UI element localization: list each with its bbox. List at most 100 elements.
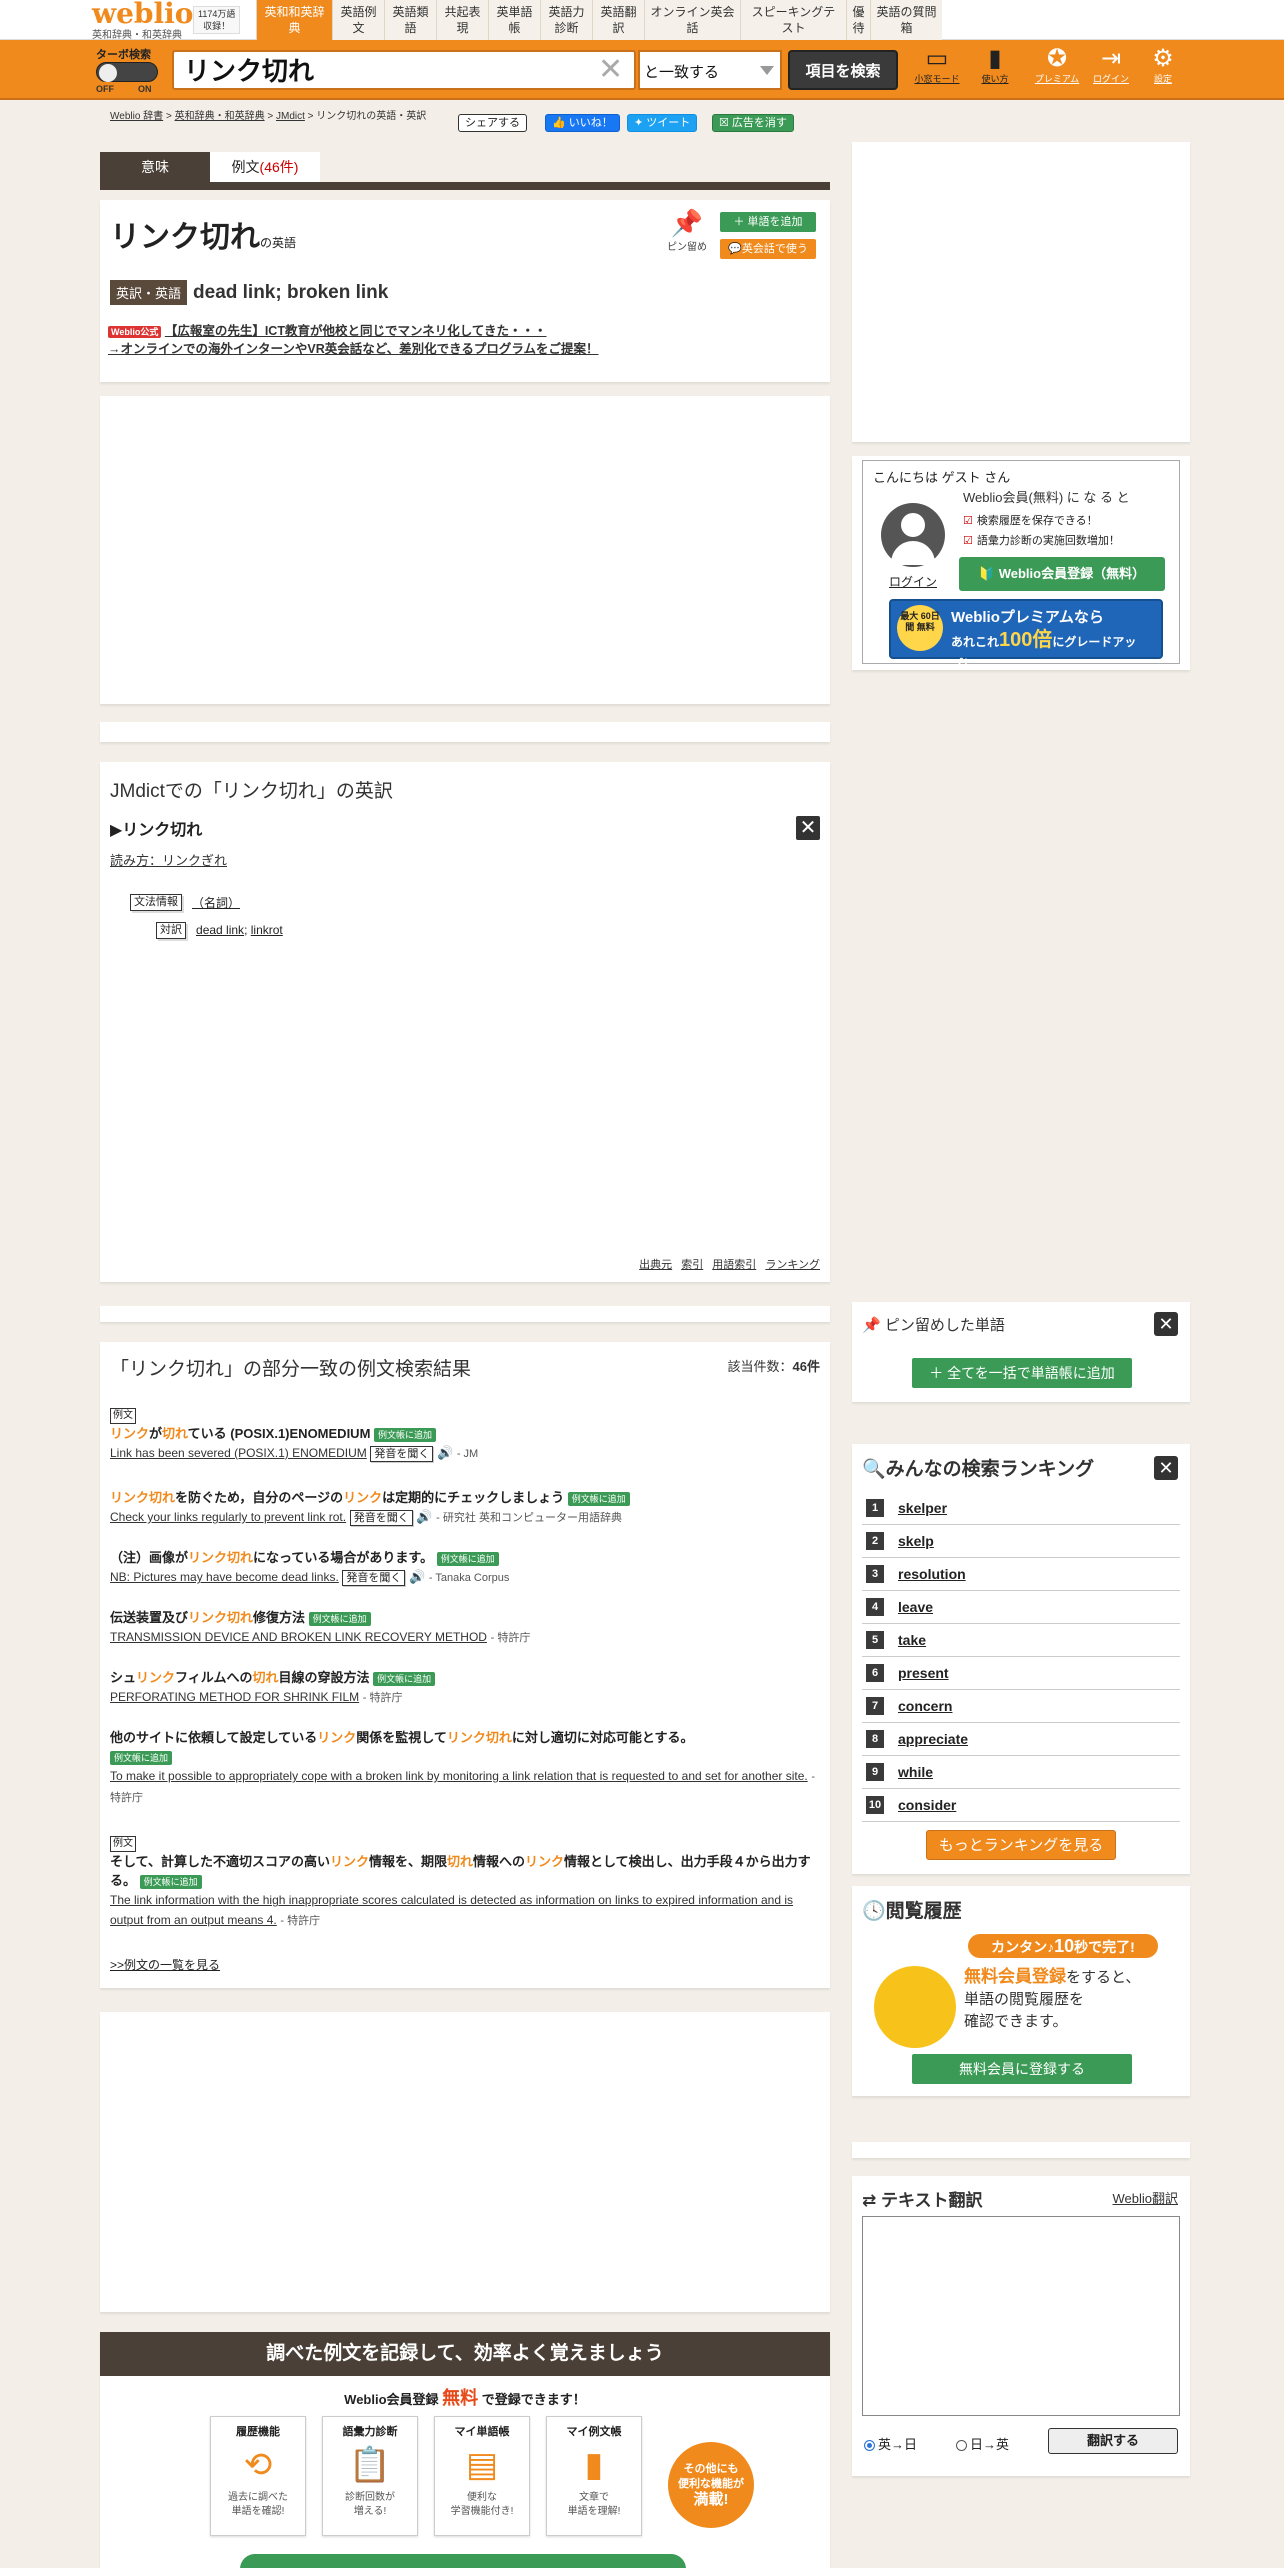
reading-value[interactable]: リンクぎれ (162, 853, 227, 868)
nav-tab-translate[interactable]: 英語翻訳 (592, 0, 644, 40)
ranking-item[interactable]: 8 appreciate (862, 1723, 1180, 1756)
example-en[interactable]: TRANSMISSION DEVICE AND BROKEN LINK RECO… (110, 1630, 487, 1644)
footer-link-source[interactable]: 出典元 (639, 1259, 672, 1271)
banner-register-button[interactable] (240, 2554, 686, 2568)
example-en[interactable]: The link information with the high inapp… (110, 1893, 793, 1927)
promo-line-2[interactable]: →オンラインでの海外インターンやVR英会話など、差別化できるプログラムをご提案！ (108, 342, 599, 356)
speaker-icon[interactable]: 🔊 (437, 1445, 453, 1460)
settings-button[interactable]: ⚙ 設定 (1136, 46, 1190, 85)
example-en[interactable]: Link has been severed (POSIX.1) ENOMEDIU… (110, 1446, 367, 1460)
more-examples-link[interactable]: >>例文の一覧を見る (110, 1956, 820, 1975)
example-en[interactable]: Check your links regularly to prevent li… (110, 1510, 346, 1524)
remove-ads-button[interactable]: ☒ 広告を消す (712, 114, 794, 132)
footer-link-index[interactable]: 索引 (681, 1259, 703, 1271)
radio-selected[interactable] (864, 2440, 875, 2452)
direction-ja-en[interactable]: 日→英 (956, 2434, 1009, 2453)
breadcrumb-dictionary[interactable]: 英和辞典・和英辞典 (175, 111, 265, 122)
direction-en-ja[interactable]: 英→日 (864, 2434, 917, 2453)
nav-tab-wordbook[interactable]: 英単語帳 (488, 0, 540, 40)
grammar-value[interactable]: （名詞） (192, 894, 240, 911)
promo-link[interactable]: Weblio公式 【広報室の先生】ICT教育が他校と同じでマンネリ化してきた・・… (108, 322, 599, 358)
taiyaku-value[interactable]: linkrot (251, 923, 283, 937)
rank-word[interactable]: resolution (898, 1566, 966, 1582)
breadcrumb-jmdict[interactable]: JMdict (276, 111, 305, 122)
add-example-button[interactable]: 例文帳に追加 (308, 1611, 371, 1626)
rank-word[interactable]: while (898, 1764, 933, 1780)
rank-word[interactable]: appreciate (898, 1731, 968, 1747)
nav-tab-benefits[interactable]: 優待 (846, 0, 870, 40)
example-en[interactable]: To make it possible to appropriately cop… (110, 1769, 808, 1783)
ranking-item[interactable]: 4 leave (862, 1591, 1180, 1624)
login-button[interactable]: ⇥ ログイン (1084, 46, 1138, 85)
example-en[interactable]: NB: Pictures may have become dead links. (110, 1570, 339, 1584)
jmdict-headword[interactable]: ▶リンク切れ (110, 816, 202, 840)
example-en[interactable]: PERFORATING METHOD FOR SHRINK FILM (110, 1690, 359, 1704)
rank-word[interactable]: concern (898, 1698, 952, 1714)
speaker-icon[interactable]: 🔊 (409, 1569, 425, 1584)
register-button[interactable]: 🔰 Weblio会員登録（無料） (959, 557, 1165, 591)
breadcrumb-weblio[interactable]: Weblio 辞書 (110, 111, 163, 122)
translate-textarea[interactable] (862, 2216, 1180, 2416)
how-to-button[interactable]: ▮ 使い方 (968, 46, 1022, 85)
rank-word[interactable]: skelp (898, 1533, 934, 1549)
close-icon[interactable]: ✕ (796, 816, 820, 840)
ranking-item[interactable]: 7 concern (862, 1690, 1180, 1723)
history-register-button[interactable]: 無料会員に登録する (912, 2054, 1132, 2084)
add-example-button[interactable]: 例文帳に追加 (110, 1750, 173, 1765)
add-example-button[interactable]: 例文帳に追加 (436, 1551, 499, 1566)
rank-word[interactable]: take (898, 1632, 926, 1648)
search-input[interactable]: リンク切れ (172, 50, 636, 90)
premium-banner[interactable]: 最大 60日間 無料 Weblioプレミアムなら あれこれ100倍にグレードアッ… (889, 599, 1163, 671)
audio-button[interactable]: 発音を聞く (342, 1570, 406, 1586)
ranking-item[interactable]: 2 skelp (862, 1525, 1180, 1558)
rank-word[interactable]: skelper (898, 1500, 947, 1516)
weblio-translate-link[interactable]: Weblio翻訳 (1112, 2188, 1178, 2207)
site-logo[interactable]: weblio 英和辞典・和英辞典 (92, 0, 193, 41)
footer-link-ranking[interactable]: ランキング (765, 1259, 820, 1271)
taiyaku-value[interactable]: dead link (196, 923, 244, 937)
clear-icon[interactable]: ✕ (598, 52, 623, 88)
nav-tab-online-eikaiwa[interactable]: オンライン英会話 (644, 0, 740, 40)
nav-tab-collocation[interactable]: 共起表現 (436, 0, 488, 40)
ranking-item[interactable]: 3 resolution (862, 1558, 1180, 1591)
ranking-item[interactable]: 9 while (862, 1756, 1180, 1789)
radio[interactable] (956, 2440, 967, 2452)
speaker-icon[interactable]: 🔊 (416, 1509, 432, 1524)
ranking-item[interactable]: 5 take (862, 1624, 1180, 1657)
mini-window-button[interactable]: ▭ 小窓モード (910, 46, 964, 85)
nav-tab-qa[interactable]: 英語の質問箱 (870, 0, 942, 40)
audio-button[interactable]: 発音を聞く (349, 1510, 413, 1526)
footer-link-term-index[interactable]: 用語索引 (712, 1259, 756, 1271)
premium-button[interactable]: ✪ プレミアム (1030, 46, 1084, 85)
promo-line-1[interactable]: 【広報室の先生】ICT教育が他校と同じでマンネリ化してきた・・・ (165, 324, 547, 338)
nav-tab-dictionary[interactable]: 英和和英辞典 (256, 0, 332, 40)
facebook-like-button[interactable]: 👍 いいね！ (545, 114, 620, 132)
turbo-toggle[interactable] (96, 62, 158, 82)
nav-tab-diagnosis[interactable]: 英語力診断 (540, 0, 592, 40)
translate-button[interactable]: 翻訳する (1048, 2428, 1178, 2454)
ranking-item[interactable]: 10 consider (862, 1789, 1180, 1822)
rank-word[interactable]: present (898, 1665, 949, 1681)
ranking-item[interactable]: 6 present (862, 1657, 1180, 1690)
add-example-button[interactable]: 例文帳に追加 (567, 1491, 630, 1506)
login-link[interactable]: ログイン (889, 573, 937, 590)
add-example-button[interactable]: 例文帳に追加 (139, 1874, 202, 1889)
ranking-item[interactable]: 1 skelper (862, 1492, 1180, 1525)
pin-button[interactable]: 📌 ピン留め (662, 208, 712, 253)
close-icon[interactable]: ✕ (1154, 1456, 1178, 1480)
eikaiwa-button[interactable]: 💬英会話で使う (720, 239, 816, 259)
share-button[interactable]: シェアする (458, 114, 527, 132)
add-all-button[interactable]: ＋ 全てを一括で単語帳に追加 (912, 1358, 1132, 1388)
nav-tab-speaking-test[interactable]: スピーキングテスト (740, 0, 846, 40)
add-example-button[interactable]: 例文帳に追加 (374, 1427, 437, 1442)
close-icon[interactable]: ✕ (1154, 1312, 1178, 1336)
more-ranking-button[interactable]: もっとランキングを見る (926, 1830, 1116, 1860)
match-mode-select[interactable]: と一致する (638, 50, 782, 90)
add-example-button[interactable]: 例文帳に追加 (373, 1671, 436, 1686)
rank-word[interactable]: consider (898, 1797, 956, 1813)
rank-word[interactable]: leave (898, 1599, 933, 1615)
nav-tab-examples[interactable]: 英語例文 (332, 0, 384, 40)
search-button[interactable]: 項目を検索 (788, 50, 898, 90)
tab-examples[interactable]: 例文(46件) (210, 152, 320, 182)
tab-meaning[interactable]: 意味 (100, 152, 210, 182)
